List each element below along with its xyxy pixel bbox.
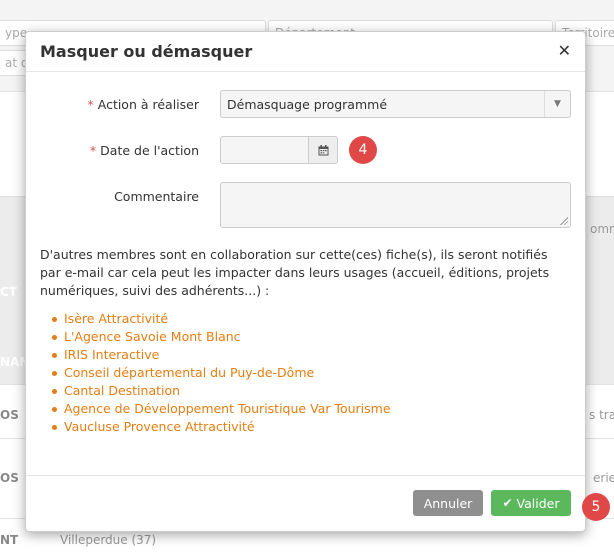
close-icon[interactable]: ✕ bbox=[558, 42, 571, 60]
comment-row: Commentaire bbox=[26, 182, 585, 228]
resize-handle-icon[interactable] bbox=[560, 217, 568, 225]
row-cell: NT bbox=[0, 533, 19, 547]
action-row: * Action à réaliser Démasquage programmé … bbox=[26, 90, 585, 118]
step-5-badge: 5 bbox=[582, 493, 610, 521]
calendar-icon bbox=[318, 144, 328, 155]
dialog-header: Masquer ou démasquer ✕ bbox=[26, 32, 585, 72]
dialog-footer: Annuler ✔ Valider bbox=[26, 475, 585, 531]
calendar-button[interactable] bbox=[309, 136, 338, 164]
cancel-button[interactable]: Annuler bbox=[413, 490, 483, 516]
column-header: ommen bbox=[590, 222, 614, 236]
row-cell: Villeperdue (37) bbox=[60, 533, 157, 547]
row-cell: OS bbox=[0, 471, 19, 485]
required-marker: * bbox=[87, 97, 94, 112]
list-item: L'Agence Savoie Mont Blanc bbox=[40, 328, 391, 346]
list-item: Agence de Développement Touristique Var … bbox=[40, 400, 391, 418]
date-input[interactable] bbox=[220, 136, 309, 164]
date-label-text: Date de l'action bbox=[100, 143, 199, 158]
mask-unmask-dialog: Masquer ou démasquer ✕ * Action à réalise… bbox=[25, 31, 586, 532]
row-cell: OS bbox=[0, 408, 19, 422]
step-4-badge: 4 bbox=[349, 136, 377, 164]
comment-textarea[interactable] bbox=[220, 182, 571, 228]
required-marker: * bbox=[89, 143, 97, 158]
date-label: * Date de l'action bbox=[90, 143, 199, 158]
date-row: * Date de l'action 4 bbox=[26, 136, 585, 164]
list-item: Vaucluse Provence Attractivité bbox=[40, 418, 391, 436]
comment-label: Commentaire bbox=[114, 189, 199, 204]
column-header: CT bbox=[0, 285, 17, 299]
action-select[interactable]: Démasquage programmé ▼ bbox=[220, 90, 571, 118]
check-icon: ✔ bbox=[502, 496, 513, 510]
list-item: IRIS Interactive bbox=[40, 346, 391, 364]
notification-info: D'autres membres sont en collaboration s… bbox=[40, 247, 550, 298]
dialog-title: Masquer ou démasquer bbox=[40, 42, 253, 61]
list-item: Cantal Destination bbox=[40, 382, 391, 400]
validate-label: Valider bbox=[516, 495, 560, 511]
row-cell: erie bbox=[593, 471, 614, 485]
list-item: Conseil départemental du Puy-de-Dôme bbox=[40, 364, 391, 382]
member-list: Isère Attractivité L'Agence Savoie Mont … bbox=[40, 310, 391, 436]
action-select-value: Démasquage programmé bbox=[227, 97, 388, 112]
type-filter-placeholder: ype bbox=[5, 26, 28, 40]
validate-button[interactable]: ✔ Valider bbox=[491, 490, 571, 516]
action-label-text: Action à réaliser bbox=[97, 97, 199, 112]
list-item: Isère Attractivité bbox=[40, 310, 391, 328]
row-cell: s tran bbox=[589, 408, 614, 422]
action-label: * Action à réaliser bbox=[87, 97, 199, 112]
caret-down-icon[interactable]: ▼ bbox=[544, 91, 570, 117]
